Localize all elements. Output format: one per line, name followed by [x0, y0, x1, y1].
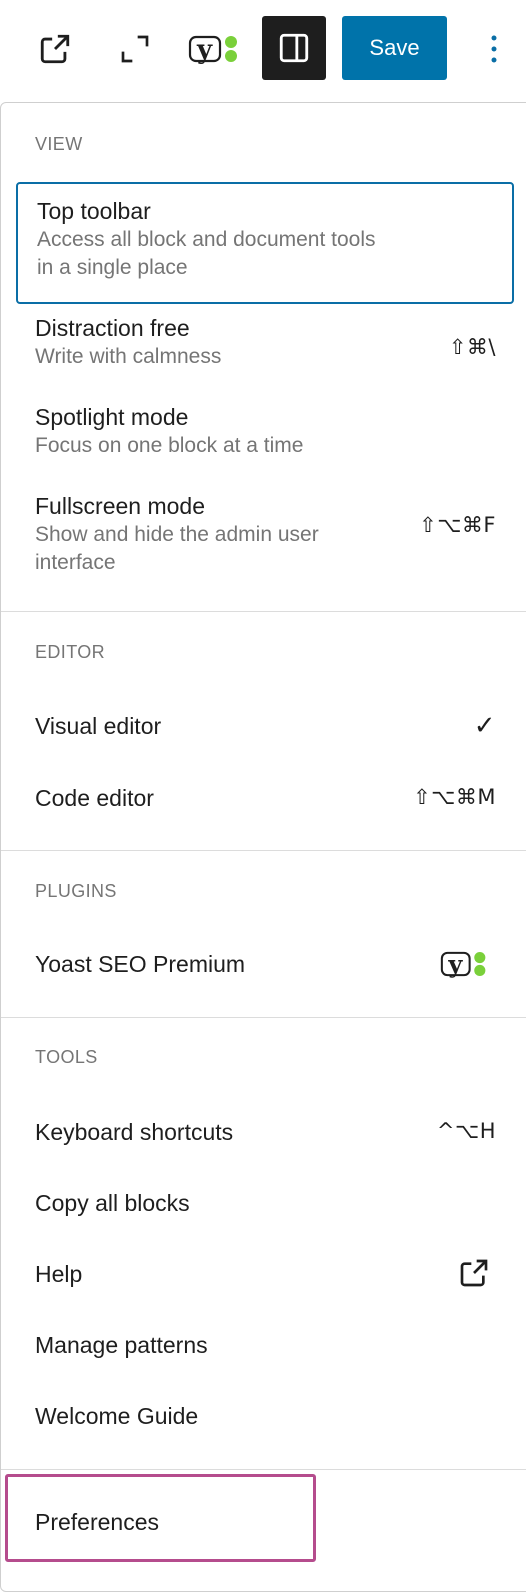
help-external-icon-wrap — [458, 1257, 490, 1289]
settings-sidebar-toggle[interactable] — [262, 16, 326, 80]
more-options-icon — [491, 35, 497, 63]
menu-item-title: Manage patterns — [35, 1332, 208, 1358]
menu-item-help[interactable]: Help — [16, 1259, 514, 1299]
group-divider — [1, 1469, 526, 1470]
yoast-plugin-icon-wrap: y — [440, 947, 490, 981]
svg-text:y: y — [447, 949, 463, 978]
menu-item-welcome-guide[interactable]: Welcome Guide — [16, 1401, 514, 1441]
menu-item-code-editor[interactable]: Code editor ⇧⌥⌘M — [16, 783, 514, 823]
shortcut-label: ⇧⌥⌘F — [419, 513, 496, 537]
menu-item-copy-all-blocks[interactable]: Copy all blocks — [16, 1188, 514, 1228]
menu-item-keyboard-shortcuts[interactable]: Keyboard shortcuts ^⌥H — [16, 1117, 514, 1157]
menu-item-title: Welcome Guide — [35, 1403, 199, 1429]
external-link-icon — [460, 1259, 488, 1287]
group-divider — [1, 1017, 526, 1018]
menu-item-fullscreen-mode[interactable]: Fullscreen mode Show and hide the admin … — [16, 491, 514, 591]
menu-item-distraction-free[interactable]: Distraction free Write with calmness ⇧⌘\ — [16, 313, 514, 393]
shortcut-label: ⇧⌘\ — [448, 335, 496, 359]
group-label-view: VIEW — [35, 134, 83, 154]
sidebar-toggle-icon — [279, 33, 309, 63]
menu-item-manage-patterns[interactable]: Manage patterns — [16, 1330, 514, 1370]
menu-item-title: Top toolbar — [37, 198, 151, 224]
menu-item-title: Distraction free — [35, 315, 190, 341]
menu-item-title: Visual editor — [35, 713, 162, 739]
menu-item-description: Write with calmness — [35, 345, 222, 368]
svg-text:y: y — [196, 35, 213, 65]
fullscreen-toggle-button[interactable] — [110, 24, 160, 74]
menu-item-title: Help — [35, 1261, 83, 1287]
menu-item-top-toolbar[interactable]: Top toolbar Access all block and documen… — [16, 182, 514, 304]
yoast-seo-button[interactable]: y — [186, 24, 244, 74]
group-label-tools: TOOLS — [35, 1047, 98, 1067]
menu-item-description: Focus on one block at a time — [35, 434, 304, 457]
save-button[interactable]: Save — [342, 16, 447, 80]
group-divider — [1, 850, 526, 851]
menu-item-spotlight-mode[interactable]: Spotlight mode Focus on one block at a t… — [16, 402, 514, 482]
shortcut-label: ⇧⌥⌘M — [413, 785, 496, 809]
options-menu-button[interactable] — [476, 24, 512, 74]
editor-toolbar: y Save — [0, 0, 526, 96]
group-label-plugins: PLUGINS — [35, 881, 117, 901]
fullscreen-icon — [121, 35, 149, 63]
menu-item-description: Access all block and document tools in a… — [37, 228, 376, 279]
menu-item-title: Spotlight mode — [35, 404, 189, 430]
shortcut-label: ^⌥H — [436, 1119, 496, 1143]
yoast-icon: y — [188, 35, 237, 65]
view-post-button[interactable] — [30, 24, 80, 74]
external-link-icon — [40, 34, 70, 64]
preferences-highlight-frame — [5, 1474, 316, 1562]
group-divider — [1, 611, 526, 612]
yoast-icon: y — [440, 949, 486, 978]
menu-item-yoast-seo-premium[interactable]: Yoast SEO Premium y — [16, 949, 514, 989]
menu-item-title: Copy all blocks — [35, 1190, 190, 1216]
menu-item-description: Show and hide the admin user interface — [35, 523, 319, 574]
menu-item-visual-editor[interactable]: Visual editor ✓ — [16, 711, 514, 751]
check-icon: ✓ — [473, 711, 496, 741]
group-label-editor: EDITOR — [35, 642, 106, 662]
options-dropdown-menu: VIEW Top toolbar Access all block and do… — [0, 102, 526, 1592]
